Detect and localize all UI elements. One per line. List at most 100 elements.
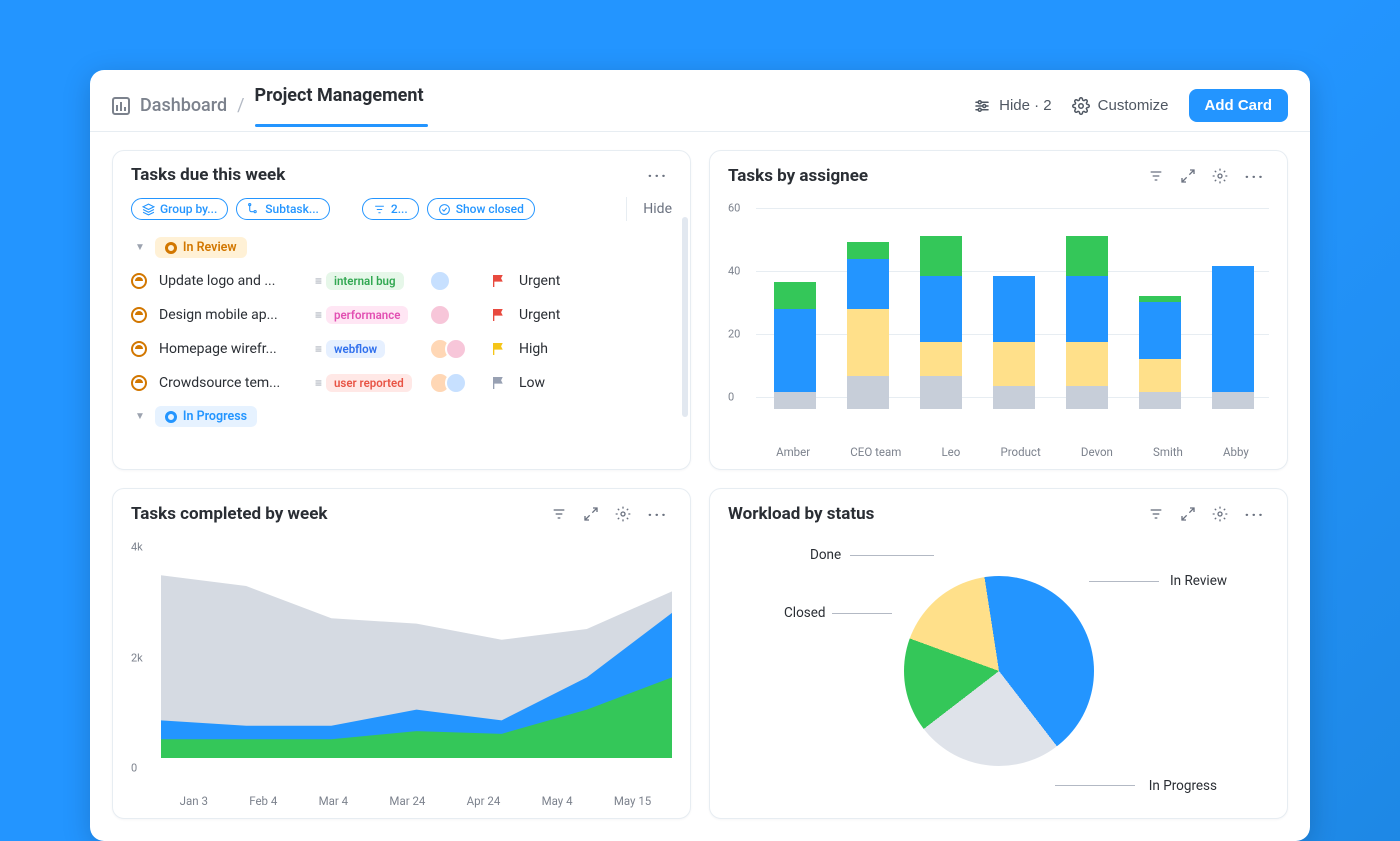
section-header-in-progress[interactable]: ▼ In Progress — [131, 400, 672, 433]
x-tick-label: Abby — [1223, 445, 1249, 459]
scrollbar[interactable] — [682, 217, 688, 417]
y-tick-label: 0 — [131, 762, 137, 775]
x-tick-label: Apr 24 — [467, 794, 501, 808]
show-closed-chip[interactable]: Show closed — [427, 198, 535, 220]
expand-icon[interactable] — [580, 503, 602, 525]
bar[interactable] — [1139, 296, 1181, 409]
more-icon[interactable]: ··· — [1241, 505, 1269, 524]
dashboard-grid: Tasks due this week ··· Group by... Subt… — [90, 132, 1310, 841]
y-tick-label: 0 — [728, 390, 734, 403]
divider — [626, 197, 627, 221]
y-tick-label: 4k — [131, 540, 143, 553]
chevron-down-icon: ▼ — [135, 242, 145, 253]
list-icon: ≡ — [315, 376, 322, 390]
area-chart: 4k 2k 0 — [131, 537, 672, 778]
more-icon[interactable]: ··· — [644, 505, 672, 524]
filter-count-chip[interactable]: 2... — [362, 198, 419, 220]
task-name: Homepage wirefr... — [159, 341, 309, 357]
card-tasks-due: Tasks due this week ··· Group by... Subt… — [112, 150, 691, 470]
layers-icon — [142, 203, 155, 216]
customize-button[interactable]: Customize — [1062, 91, 1179, 121]
customize-label: Customize — [1098, 97, 1169, 114]
task-row[interactable]: Update logo and ... ≡internal bug Urgent — [131, 264, 672, 298]
task-tag[interactable]: internal bug — [326, 272, 403, 290]
x-tick-label: Amber — [776, 445, 810, 459]
breadcrumb-active-tab[interactable]: Project Management — [255, 85, 424, 126]
subtask-chip[interactable]: Subtask... — [236, 198, 330, 220]
dashboard-icon — [112, 97, 130, 115]
task-row[interactable]: Design mobile ap... ≡performance Urgent — [131, 298, 672, 332]
assignee-avatars[interactable] — [429, 304, 485, 326]
status-icon[interactable] — [131, 341, 147, 357]
flag-icon — [491, 341, 507, 357]
subtask-icon — [247, 203, 260, 216]
card-title: Tasks completed by week — [131, 504, 328, 524]
bar[interactable] — [1066, 236, 1108, 409]
filter-icon[interactable] — [548, 503, 570, 525]
x-tick-label: Jan 3 — [180, 794, 208, 808]
breadcrumb: Dashboard / Project Management — [112, 85, 424, 126]
section-header-in-review[interactable]: ▼ In Review — [131, 231, 672, 264]
assignee-avatars[interactable] — [429, 338, 485, 360]
card-title: Tasks by assignee — [728, 166, 868, 186]
bar[interactable] — [847, 242, 889, 409]
expand-icon[interactable] — [1177, 165, 1199, 187]
section-label: In Review — [183, 240, 237, 255]
x-tick-label: Feb 4 — [249, 794, 277, 808]
x-tick-label: CEO team — [850, 445, 901, 459]
filter-icon[interactable] — [1145, 503, 1167, 525]
more-icon[interactable]: ··· — [1241, 167, 1269, 186]
group-by-chip[interactable]: Group by... — [131, 198, 228, 220]
x-tick-label: Leo — [941, 445, 960, 459]
task-name: Design mobile ap... — [159, 307, 309, 323]
task-tag[interactable]: user reported — [326, 374, 412, 392]
priority-label: High — [519, 341, 603, 357]
card-tasks-by-assignee: Tasks by assignee ··· 0204060 AmberCEO t… — [709, 150, 1288, 470]
task-list: ▼ In Review Update logo and ... ≡interna… — [113, 231, 690, 433]
y-tick-label: 60 — [728, 202, 740, 215]
bar[interactable] — [1212, 266, 1254, 409]
card-title: Tasks due this week — [131, 165, 285, 185]
hide-columns-button[interactable]: Hide · 2 — [963, 91, 1062, 121]
gear-icon — [1072, 97, 1090, 115]
filter-icon[interactable] — [1145, 165, 1167, 187]
bar[interactable] — [920, 236, 962, 409]
pie-label-review: In Review — [1170, 573, 1227, 589]
task-row[interactable]: Homepage wirefr... ≡webflow High — [131, 332, 672, 366]
app-window: Dashboard / Project Management Hide · 2 … — [90, 70, 1310, 841]
page-header: Dashboard / Project Management Hide · 2 … — [90, 70, 1310, 132]
task-name: Update logo and ... — [159, 273, 309, 289]
hide-link[interactable]: Hide — [643, 201, 672, 217]
status-icon[interactable] — [131, 273, 147, 289]
filter-icon — [373, 203, 386, 216]
task-row[interactable]: Crowdsource tem... ≡user reported Low — [131, 366, 672, 400]
task-tag[interactable]: webflow — [326, 340, 385, 358]
bar[interactable] — [774, 282, 816, 409]
gear-icon[interactable] — [1209, 165, 1231, 187]
status-icon[interactable] — [131, 375, 147, 391]
assignee-avatars[interactable] — [429, 372, 485, 394]
assignee-avatars[interactable] — [429, 270, 485, 292]
pie-label-progress: In Progress — [1149, 778, 1217, 794]
gear-icon[interactable] — [612, 503, 634, 525]
flag-icon — [491, 307, 507, 323]
flag-icon — [491, 375, 507, 391]
card-title: Workload by status — [728, 504, 874, 524]
bar[interactable] — [993, 276, 1035, 409]
priority-label: Urgent — [519, 273, 603, 289]
expand-icon[interactable] — [1177, 503, 1199, 525]
more-icon[interactable]: ··· — [644, 166, 672, 185]
hide-columns-label: Hide · 2 — [999, 97, 1052, 114]
status-icon[interactable] — [131, 307, 147, 323]
breadcrumb-separator: / — [237, 95, 244, 116]
add-card-button[interactable]: Add Card — [1189, 89, 1289, 122]
x-tick-label: May 15 — [614, 794, 651, 808]
bar-chart: 0204060 — [728, 199, 1269, 429]
pie-graphic — [904, 576, 1094, 766]
chevron-down-icon: ▼ — [135, 411, 145, 422]
x-tick-label: Devon — [1081, 445, 1113, 459]
gear-icon[interactable] — [1209, 503, 1231, 525]
breadcrumb-root[interactable]: Dashboard — [140, 95, 227, 116]
task-tag[interactable]: performance — [326, 306, 408, 324]
x-tick-label: Product — [1001, 445, 1041, 459]
